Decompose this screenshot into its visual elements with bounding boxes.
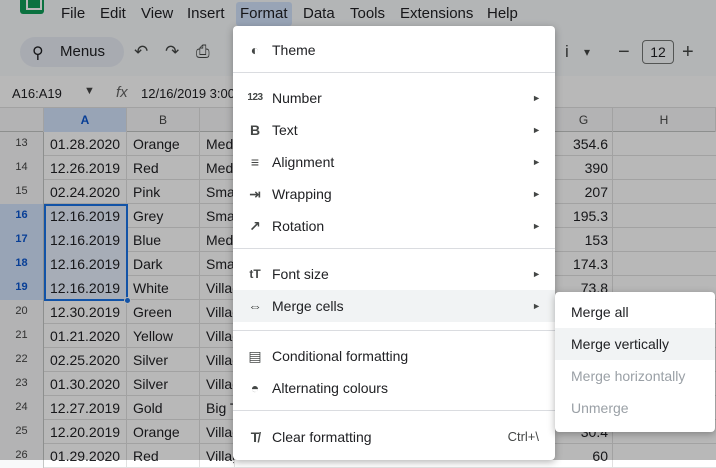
- menu-separator: [233, 248, 555, 249]
- paint-roller-icon: ▤: [248, 348, 262, 364]
- menu-item-label: Merge cells: [272, 298, 344, 314]
- format-menu-item-clear-formatting[interactable]: T̸ Clear formatting Ctrl+\: [233, 421, 555, 453]
- format-menu-item-theme[interactable]: ◐ Theme: [233, 34, 555, 66]
- format-menu-item-conditional-formatting[interactable]: ▤ Conditional formatting: [233, 340, 555, 372]
- submenu-arrow-icon: ►: [532, 93, 541, 103]
- text-rotation-icon: ↗: [249, 218, 261, 234]
- format-menu-item-wrapping[interactable]: ⇥ Wrapping ►: [233, 178, 555, 210]
- clear-format-icon: T̸: [250, 429, 260, 445]
- format-menu: ◐ Theme 123 Number ► B Text ► ≡ Alignment ► ⇥ Wrappi…: [233, 26, 555, 460]
- format-menu-item-alignment[interactable]: ≡ Alignment ►: [233, 146, 555, 178]
- fill-drop-icon: ◓: [250, 380, 260, 396]
- submenu-arrow-icon: ►: [532, 189, 541, 199]
- menu-separator: [233, 410, 555, 411]
- number-format-icon: 123: [247, 92, 263, 103]
- merge-cells-icon: ⇔: [248, 298, 262, 314]
- shortcut-label: Ctrl+\: [507, 429, 539, 444]
- menu-item-label: Wrapping: [272, 186, 332, 202]
- format-menu-item-alternating-colours[interactable]: ◓ Alternating colours: [233, 372, 555, 404]
- merge-option-merge-vertically[interactable]: Merge vertically: [555, 328, 715, 360]
- submenu-arrow-icon: ►: [532, 221, 541, 231]
- format-menu-item-font-size[interactable]: tT Font size ►: [233, 258, 555, 290]
- menu-separator: [233, 72, 555, 73]
- menu-separator: [233, 330, 555, 331]
- merge-option-merge-horizontally: Merge horizontally: [571, 368, 686, 384]
- merge-option-merge-all[interactable]: Merge all: [555, 296, 715, 328]
- format-menu-item-number[interactable]: 123 Number ►: [233, 82, 555, 114]
- menu-item-label: Rotation: [272, 218, 325, 234]
- format-menu-item-merge-cells[interactable]: ⇔ Merge cells ►: [233, 290, 555, 322]
- menu-item-label: Text: [272, 122, 298, 138]
- menu-item-label: Conditional formatting: [272, 348, 409, 364]
- bold-icon: B: [249, 122, 261, 138]
- merge-cells-submenu: Merge all Merge vertically Merge horizonta…: [555, 292, 715, 432]
- menu-item-label: Alignment: [272, 154, 335, 170]
- menu-item-label: Theme: [272, 42, 316, 58]
- menu-item-label: Alternating colours: [272, 380, 388, 396]
- submenu-arrow-icon: ►: [532, 125, 541, 135]
- submenu-arrow-icon: ►: [532, 301, 541, 311]
- submenu-arrow-icon: ►: [532, 269, 541, 279]
- menu-item-label: Font size: [272, 266, 329, 282]
- submenu-arrow-icon: ►: [532, 157, 541, 167]
- merge-option-unmerge: Unmerge: [571, 400, 629, 416]
- font-size-icon: tT: [249, 267, 261, 281]
- palette-icon: ◐: [250, 42, 260, 58]
- format-menu-item-text[interactable]: B Text ►: [233, 114, 555, 146]
- text-wrap-icon: ⇥: [249, 186, 261, 202]
- format-menu-item-rotation[interactable]: ↗ Rotation ►: [233, 210, 555, 242]
- menu-item-label: Clear formatting: [272, 429, 372, 445]
- menu-item-label: Number: [272, 90, 322, 106]
- align-left-icon: ≡: [250, 154, 260, 170]
